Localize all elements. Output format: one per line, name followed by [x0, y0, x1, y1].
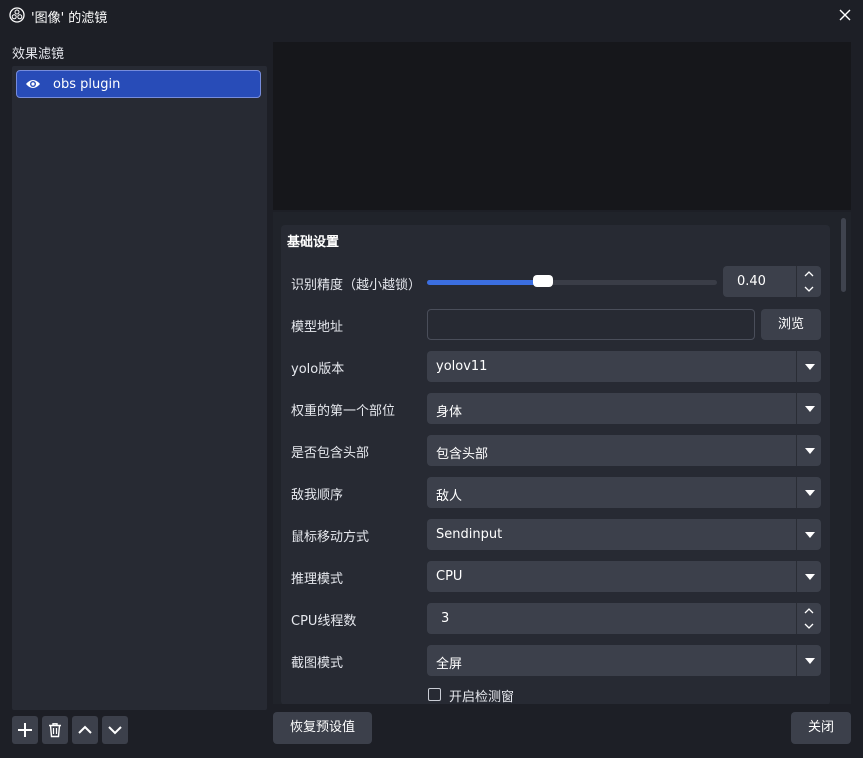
- precision-increment[interactable]: [797, 266, 821, 281]
- combo-divider: [796, 645, 797, 676]
- yolo-version-select[interactable]: yolov11: [427, 351, 821, 382]
- enemy-order-label: 敌我顺序: [291, 488, 344, 503]
- cpu-threads-label: CPU线程数: [291, 614, 357, 629]
- chevron-down-icon: [804, 623, 814, 629]
- yolo-version-value: yolov11: [436, 359, 488, 374]
- group-title: 基础设置: [287, 235, 340, 250]
- mouse-move-label: 鼠标移动方式: [291, 530, 370, 545]
- slider-handle[interactable]: [533, 275, 553, 287]
- properties-scroll-area[interactable]: 基础设置 识别精度（越小越锁） 0.40 模型地址 浏览 yolo版本 yolo…: [273, 212, 851, 704]
- properties-group: 基础设置 识别精度（越小越锁） 0.40 模型地址 浏览 yolo版本 yolo…: [281, 225, 830, 704]
- browse-button[interactable]: 浏览: [761, 309, 821, 340]
- capture-label: 截图模式: [291, 656, 344, 671]
- combo-divider: [796, 519, 797, 550]
- detect-window-label: 开启检测窗: [449, 690, 515, 704]
- chevron-down-icon: [108, 726, 122, 735]
- inference-select[interactable]: CPU: [427, 561, 821, 592]
- include-head-label: 是否包含头部: [291, 446, 370, 461]
- combo-divider: [796, 561, 797, 592]
- mouse-move-select[interactable]: Sendinput: [427, 519, 821, 550]
- precision-value: 0.40: [737, 274, 766, 289]
- include-head-select[interactable]: 包含头部: [427, 435, 821, 466]
- dropdown-arrow-icon: [805, 406, 815, 412]
- plus-icon: [18, 723, 32, 737]
- dropdown-arrow-icon: [805, 364, 815, 370]
- chevron-up-icon: [78, 725, 92, 734]
- inference-label: 推理模式: [291, 572, 344, 587]
- precision-decrement[interactable]: [797, 282, 821, 297]
- eye-icon[interactable]: [25, 77, 41, 91]
- dropdown-arrow-icon: [805, 658, 815, 664]
- combo-divider: [796, 393, 797, 424]
- detect-window-checkbox[interactable]: [428, 688, 441, 701]
- close-button[interactable]: 关闭: [791, 712, 851, 744]
- combo-divider: [796, 351, 797, 382]
- precision-slider[interactable]: [427, 280, 717, 285]
- model-path-input[interactable]: [427, 309, 755, 340]
- precision-label: 识别精度（越小越锁）: [291, 278, 422, 293]
- enemy-order-value: 敌人: [436, 489, 463, 504]
- first-weight-value: 身体: [436, 405, 463, 420]
- trash-icon: [49, 723, 61, 738]
- chevron-down-icon: [804, 286, 814, 292]
- inference-value: CPU: [436, 569, 463, 584]
- scrollbar-thumb[interactable]: [841, 218, 846, 292]
- restore-defaults-button[interactable]: 恢复预设值: [273, 712, 372, 744]
- preview-area: [273, 42, 851, 210]
- enemy-order-select[interactable]: 敌人: [427, 477, 821, 508]
- cpu-threads-decrement[interactable]: [797, 619, 821, 634]
- yolo-version-label: yolo版本: [291, 362, 345, 377]
- title-bar: '图像' 的滤镜: [0, 0, 863, 30]
- combo-divider: [796, 435, 797, 466]
- obs-logo-icon: [9, 7, 25, 23]
- slider-fill: [427, 280, 543, 285]
- filters-label: 效果滤镜: [12, 47, 65, 62]
- cpu-threads-increment[interactable]: [797, 603, 821, 618]
- filter-item-obs-plugin[interactable]: obs plugin: [16, 70, 261, 98]
- add-filter-button[interactable]: [12, 716, 38, 744]
- model-path-label: 模型地址: [291, 320, 344, 335]
- move-down-button[interactable]: [102, 716, 128, 744]
- dropdown-arrow-icon: [805, 490, 815, 496]
- cpu-threads-value: 3: [441, 611, 450, 626]
- filter-name: obs plugin: [53, 77, 121, 92]
- window-title: '图像' 的滤镜: [31, 11, 108, 26]
- remove-filter-button[interactable]: [42, 716, 68, 744]
- chevron-up-icon: [804, 608, 814, 614]
- combo-divider: [796, 477, 797, 508]
- close-window-icon[interactable]: [836, 6, 854, 24]
- capture-select[interactable]: 全屏: [427, 645, 821, 676]
- chevron-up-icon: [804, 271, 814, 277]
- dropdown-arrow-icon: [805, 574, 815, 580]
- capture-value: 全屏: [436, 657, 463, 672]
- first-weight-label: 权重的第一个部位: [291, 404, 396, 419]
- filter-list[interactable]: obs plugin: [12, 66, 267, 710]
- dropdown-arrow-icon: [805, 448, 815, 454]
- include-head-value: 包含头部: [436, 447, 489, 462]
- mouse-move-value: Sendinput: [436, 527, 503, 542]
- dropdown-arrow-icon: [805, 532, 815, 538]
- cpu-threads-spinbox[interactable]: 3: [427, 603, 821, 634]
- first-weight-select[interactable]: 身体: [427, 393, 821, 424]
- precision-spinbox[interactable]: 0.40: [723, 266, 821, 297]
- move-up-button[interactable]: [72, 716, 98, 744]
